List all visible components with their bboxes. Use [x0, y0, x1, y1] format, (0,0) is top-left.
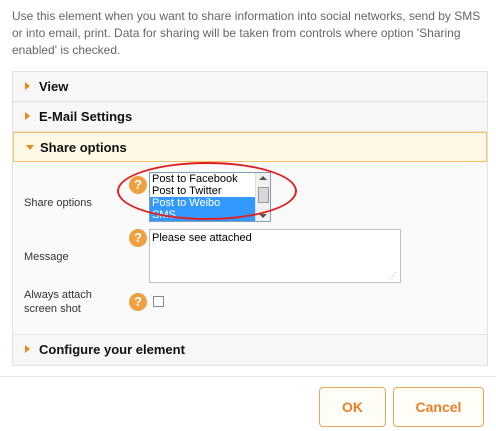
- chevron-right-icon: [25, 345, 30, 353]
- section-view[interactable]: View: [13, 72, 487, 102]
- section-share-options-label: Share options: [40, 140, 127, 155]
- chevron-right-icon: [25, 112, 30, 120]
- resize-grip-icon[interactable]: ⋰: [389, 272, 397, 280]
- cancel-button[interactable]: Cancel: [393, 387, 484, 427]
- message-textarea[interactable]: Please see attached ⋰: [149, 229, 401, 283]
- message-text: Please see attached: [152, 232, 252, 244]
- scroll-down-icon[interactable]: [259, 214, 267, 218]
- section-view-label: View: [39, 79, 69, 94]
- screenshot-label-line2: screen shot: [24, 303, 81, 315]
- section-configure-element[interactable]: Configure your element: [13, 335, 487, 365]
- share-options-label: Share options: [24, 197, 92, 209]
- share-options-body: Share options ? Post to Facebook Post to…: [13, 162, 487, 335]
- help-icon[interactable]: ?: [129, 229, 147, 247]
- section-configure-label: Configure your element: [39, 342, 185, 357]
- section-share-options[interactable]: Share options: [13, 132, 487, 162]
- help-icon[interactable]: ?: [129, 293, 147, 311]
- chevron-down-icon: [26, 145, 34, 150]
- ok-button[interactable]: OK: [319, 387, 386, 427]
- section-email-settings[interactable]: E-Mail Settings: [13, 102, 487, 132]
- section-email-settings-label: E-Mail Settings: [39, 109, 133, 124]
- settings-panel: View E-Mail Settings Share options Share…: [12, 71, 488, 366]
- attach-screenshot-checkbox[interactable]: [153, 296, 164, 307]
- description-text: Use this element when you want to share …: [12, 9, 481, 57]
- chevron-right-icon: [25, 82, 30, 90]
- screenshot-label-line1: Always attach: [24, 289, 92, 301]
- highlight-ring: [117, 162, 297, 220]
- footer-divider: [0, 376, 496, 377]
- message-label: Message: [24, 251, 69, 263]
